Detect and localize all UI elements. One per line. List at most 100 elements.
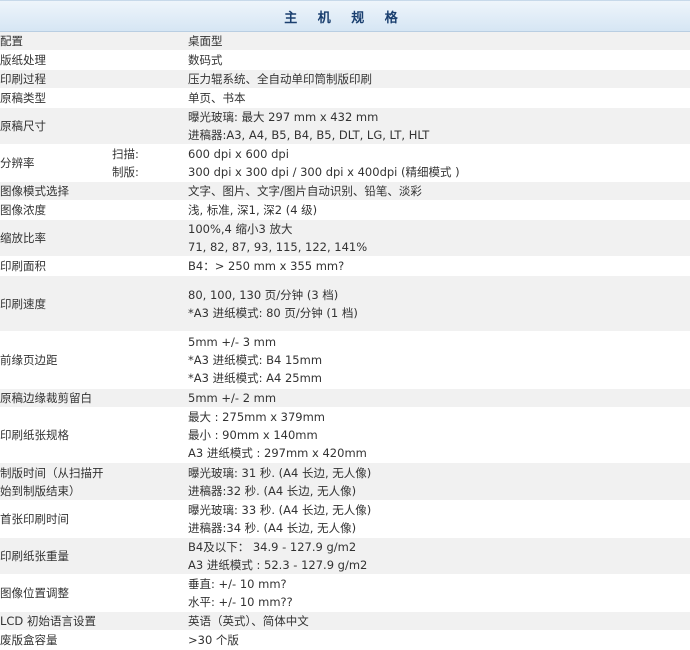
spec-label: 首张印刷时间 <box>0 500 112 538</box>
spec-value-cell: 英语（英式）、简体中文 <box>188 611 690 631</box>
spec-sublabel-cell <box>112 388 188 408</box>
spec-value-cell: 曝光玻璃: 31 秒. (A4 长边, 无人像) 进稿器:32 秒. (A4 长边… <box>188 462 690 501</box>
spec-value-line: B4及以下： 34.9 - 127.9 g/m2 <box>188 540 357 554</box>
spec-value: 文字、图片、文字/图片自动识别、铅笔、淡彩 <box>188 184 422 198</box>
spec-sublabel-cell <box>112 107 188 145</box>
spec-sublabel-cell <box>112 407 188 463</box>
spec-value-line: 100%,4 缩小3 放大 <box>188 222 293 236</box>
spec-value-line: 曝光玻璃: 最大 297 mm x 432 mm <box>188 110 379 124</box>
spec-value-line: 进稿器:32 秒. (A4 长边, 无人像) <box>188 483 357 498</box>
table-row: 图像浓度 浅, 标准, 深1, 深2 (4 级) <box>0 200 690 220</box>
spec-label: 印刷过程 <box>0 69 112 89</box>
spec-value-line: 80, 100, 130 页/分钟 (3 档) <box>188 287 339 302</box>
spec-value-cell: 浅, 标准, 深1, 深2 (4 级) <box>188 200 690 220</box>
spec-sublabel-cell <box>112 69 188 89</box>
table-row: 首张印刷时间 曝光玻璃: 33 秒. (A4 长边, 无人像) 进稿器:34 秒. … <box>0 500 690 538</box>
table-row: 制版时间（从扫描开始到制版结束） 曝光玻璃: 31 秒. (A4 长边, 无人像)… <box>0 462 690 501</box>
spec-value-cell: 文字、图片、文字/图片自动识别、铅笔、淡彩 <box>188 181 690 201</box>
spec-value-cell: 数码式 <box>188 50 690 70</box>
spec-label: 图像浓度 <box>0 200 112 220</box>
spec-value: 单页、书本 <box>188 91 246 105</box>
spec-value-line: 71, 82, 87, 93, 115, 122, 141% <box>188 240 368 254</box>
spec-value-cell: 5mm +/- 2 mm <box>188 388 690 408</box>
spec-value-line: 水平: +/- 10 mm?? <box>188 595 293 609</box>
table-row: 印刷纸张规格 最大 : 275mm x 379mm 最小 : 90mm x 140m… <box>0 407 690 463</box>
spec-value-line: 曝光玻璃: 31 秒. (A4 长边, 无人像) <box>188 465 372 480</box>
spec-sublabel-cell <box>112 88 188 108</box>
spec-value-cell: 曝光玻璃: 最大 297 mm x 432 mm 进稿器:A3, A4, B5, … <box>188 107 690 145</box>
spec-value-line: 600 dpi x 600 dpi <box>188 147 289 161</box>
table-row: 印刷纸张重量 B4及以下： 34.9 - 127.9 g/m2 A3 进纸模式 : … <box>0 537 690 575</box>
spec-label: 印刷纸张规格 <box>0 407 112 463</box>
spec-sublabel-cell <box>112 537 188 575</box>
spec-value-line: A3 进纸模式 : 297mm x 420mm <box>188 446 367 460</box>
spec-sublabel-cell <box>112 181 188 201</box>
spec-sublabel-cell <box>112 50 188 70</box>
spec-value-cell: 压力辊系统、全自动单印筒制版印刷 <box>188 69 690 89</box>
spec-label: 配置 <box>0 32 112 51</box>
table-row: 印刷速度 80, 100, 130 页/分钟 (3 档) *A3 进纸模式: 80 … <box>0 275 690 332</box>
spec-value-line: *A3 进纸模式: A4 25mm <box>188 371 322 385</box>
table-row: 配置 桌面型 <box>0 32 690 51</box>
spec-sublabel-cell <box>112 219 188 257</box>
spec-label: 图像位置调整 <box>0 574 112 612</box>
spec-sublabel-cell <box>112 611 188 631</box>
table-row: LCD 初始语言设置 英语（英式）、简体中文 <box>0 611 690 631</box>
spec-value-line: 最大 : 275mm x 379mm <box>188 410 326 424</box>
spec-value-cell: 80, 100, 130 页/分钟 (3 档) *A3 进纸模式: 80 页/分钟… <box>188 275 690 332</box>
spec-label: 印刷纸张重量 <box>0 537 112 575</box>
spec-sublabel-cell <box>112 32 188 51</box>
spec-label: 印刷速度 <box>0 275 112 332</box>
spec-value: 压力辊系统、全自动单印筒制版印刷 <box>188 72 372 86</box>
spec-value-cell: B4及以下： 34.9 - 127.9 g/m2 A3 进纸模式 : 52.3 -… <box>188 537 690 575</box>
table-row: 原稿尺寸 曝光玻璃: 最大 297 mm x 432 mm 进稿器:A3, A4, … <box>0 107 690 145</box>
spec-value: B4：> 250 mm x 355 mm? <box>188 259 345 273</box>
spec-sublabel-cell: 扫描: 制版: <box>112 144 188 182</box>
spec-value: 英语（英式）、简体中文 <box>188 614 309 628</box>
spec-sublabel-cell <box>112 275 188 332</box>
spec-label: 印刷面积 <box>0 256 112 276</box>
spec-value: 桌面型 <box>188 34 223 48</box>
spec-value-line: *A3 进纸模式: B4 15mm <box>188 353 323 367</box>
spec-sublabel: 制版: <box>112 165 139 179</box>
spec-value-cell: 垂直: +/- 10 mm? 水平: +/- 10 mm?? <box>188 574 690 612</box>
spec-value-cell: 5mm +/- 3 mm *A3 进纸模式: B4 15mm *A3 进纸模式: A… <box>188 331 690 389</box>
table-row: 印刷面积 B4：> 250 mm x 355 mm? <box>0 256 690 276</box>
spec-value-line: *A3 进纸模式: 80 页/分钟 (1 档) <box>188 305 358 320</box>
spec-value-line: 5mm +/- 3 mm <box>188 335 277 349</box>
spec-sublabel-cell <box>112 200 188 220</box>
spec-label: 版纸处理 <box>0 50 112 70</box>
table-row: 前缘页边距 5mm +/- 3 mm *A3 进纸模式: B4 15mm *A3 进纸… <box>0 331 690 389</box>
spec-label: 分辨率 <box>0 144 112 182</box>
spec-sheet: 主 机 规 格 配置 桌面型 版纸处理 数码式 印刷过程 压力辊系统、全自动单印筒制版印刷… <box>0 0 690 650</box>
table-row: 原稿边缘裁剪留白 5mm +/- 2 mm <box>0 388 690 408</box>
spec-label: LCD 初始语言设置 <box>0 611 112 631</box>
spec-value-cell: 单页、书本 <box>188 88 690 108</box>
spec-sublabel-cell <box>112 500 188 538</box>
spec-value-line: 进稿器:A3, A4, B5, B4, B5, DLT, LG, LT, HLT <box>188 128 430 142</box>
spec-value-cell: 曝光玻璃: 33 秒. (A4 长边, 无人像) 进稿器:34 秒. (A4 长边… <box>188 500 690 538</box>
spec-sublabel: 扫描: <box>112 147 139 161</box>
table-row: 缩放比率 100%,4 缩小3 放大 71, 82, 87, 93, 115, 12… <box>0 219 690 257</box>
spec-sublabel-cell <box>112 462 188 501</box>
table-row: 版纸处理 数码式 <box>0 50 690 70</box>
table-row: 图像位置调整 垂直: +/- 10 mm? 水平: +/- 10 mm?? <box>0 574 690 612</box>
spec-value-line: 曝光玻璃: 33 秒. (A4 长边, 无人像) <box>188 503 372 517</box>
table-row: 分辨率 扫描: 制版: 600 dpi x 600 dpi 300 dpi x 300 … <box>0 144 690 182</box>
spec-value: 数码式 <box>188 53 223 67</box>
table-row: 印刷过程 压力辊系统、全自动单印筒制版印刷 <box>0 69 690 89</box>
spec-value-line: 最小 : 90mm x 140mm <box>188 428 318 442</box>
spec-value-cell: 100%,4 缩小3 放大 71, 82, 87, 93, 115, 122, 1… <box>188 219 690 257</box>
spec-label: 制版时间（从扫描开始到制版结束） <box>0 462 112 501</box>
spec-sublabel-cell <box>112 574 188 612</box>
spec-value-line: 进稿器:34 秒. (A4 长边, 无人像) <box>188 521 357 535</box>
spec-value-cell: 最大 : 275mm x 379mm 最小 : 90mm x 140mm A3 进纸… <box>188 407 690 463</box>
spec-value-line: 300 dpi x 300 dpi / 300 dpi x 400dpi (精细… <box>188 165 460 179</box>
spec-sublabel-cell <box>112 256 188 276</box>
spec-sublabel-cell <box>112 331 188 389</box>
table-row: 图像模式选择 文字、图片、文字/图片自动识别、铅笔、淡彩 <box>0 181 690 201</box>
spec-value-line: 垂直: +/- 10 mm? <box>188 577 287 591</box>
spec-value-cell: B4：> 250 mm x 355 mm? <box>188 256 690 276</box>
spec-label: 图像模式选择 <box>0 181 112 201</box>
spec-label: 前缘页边距 <box>0 331 112 389</box>
